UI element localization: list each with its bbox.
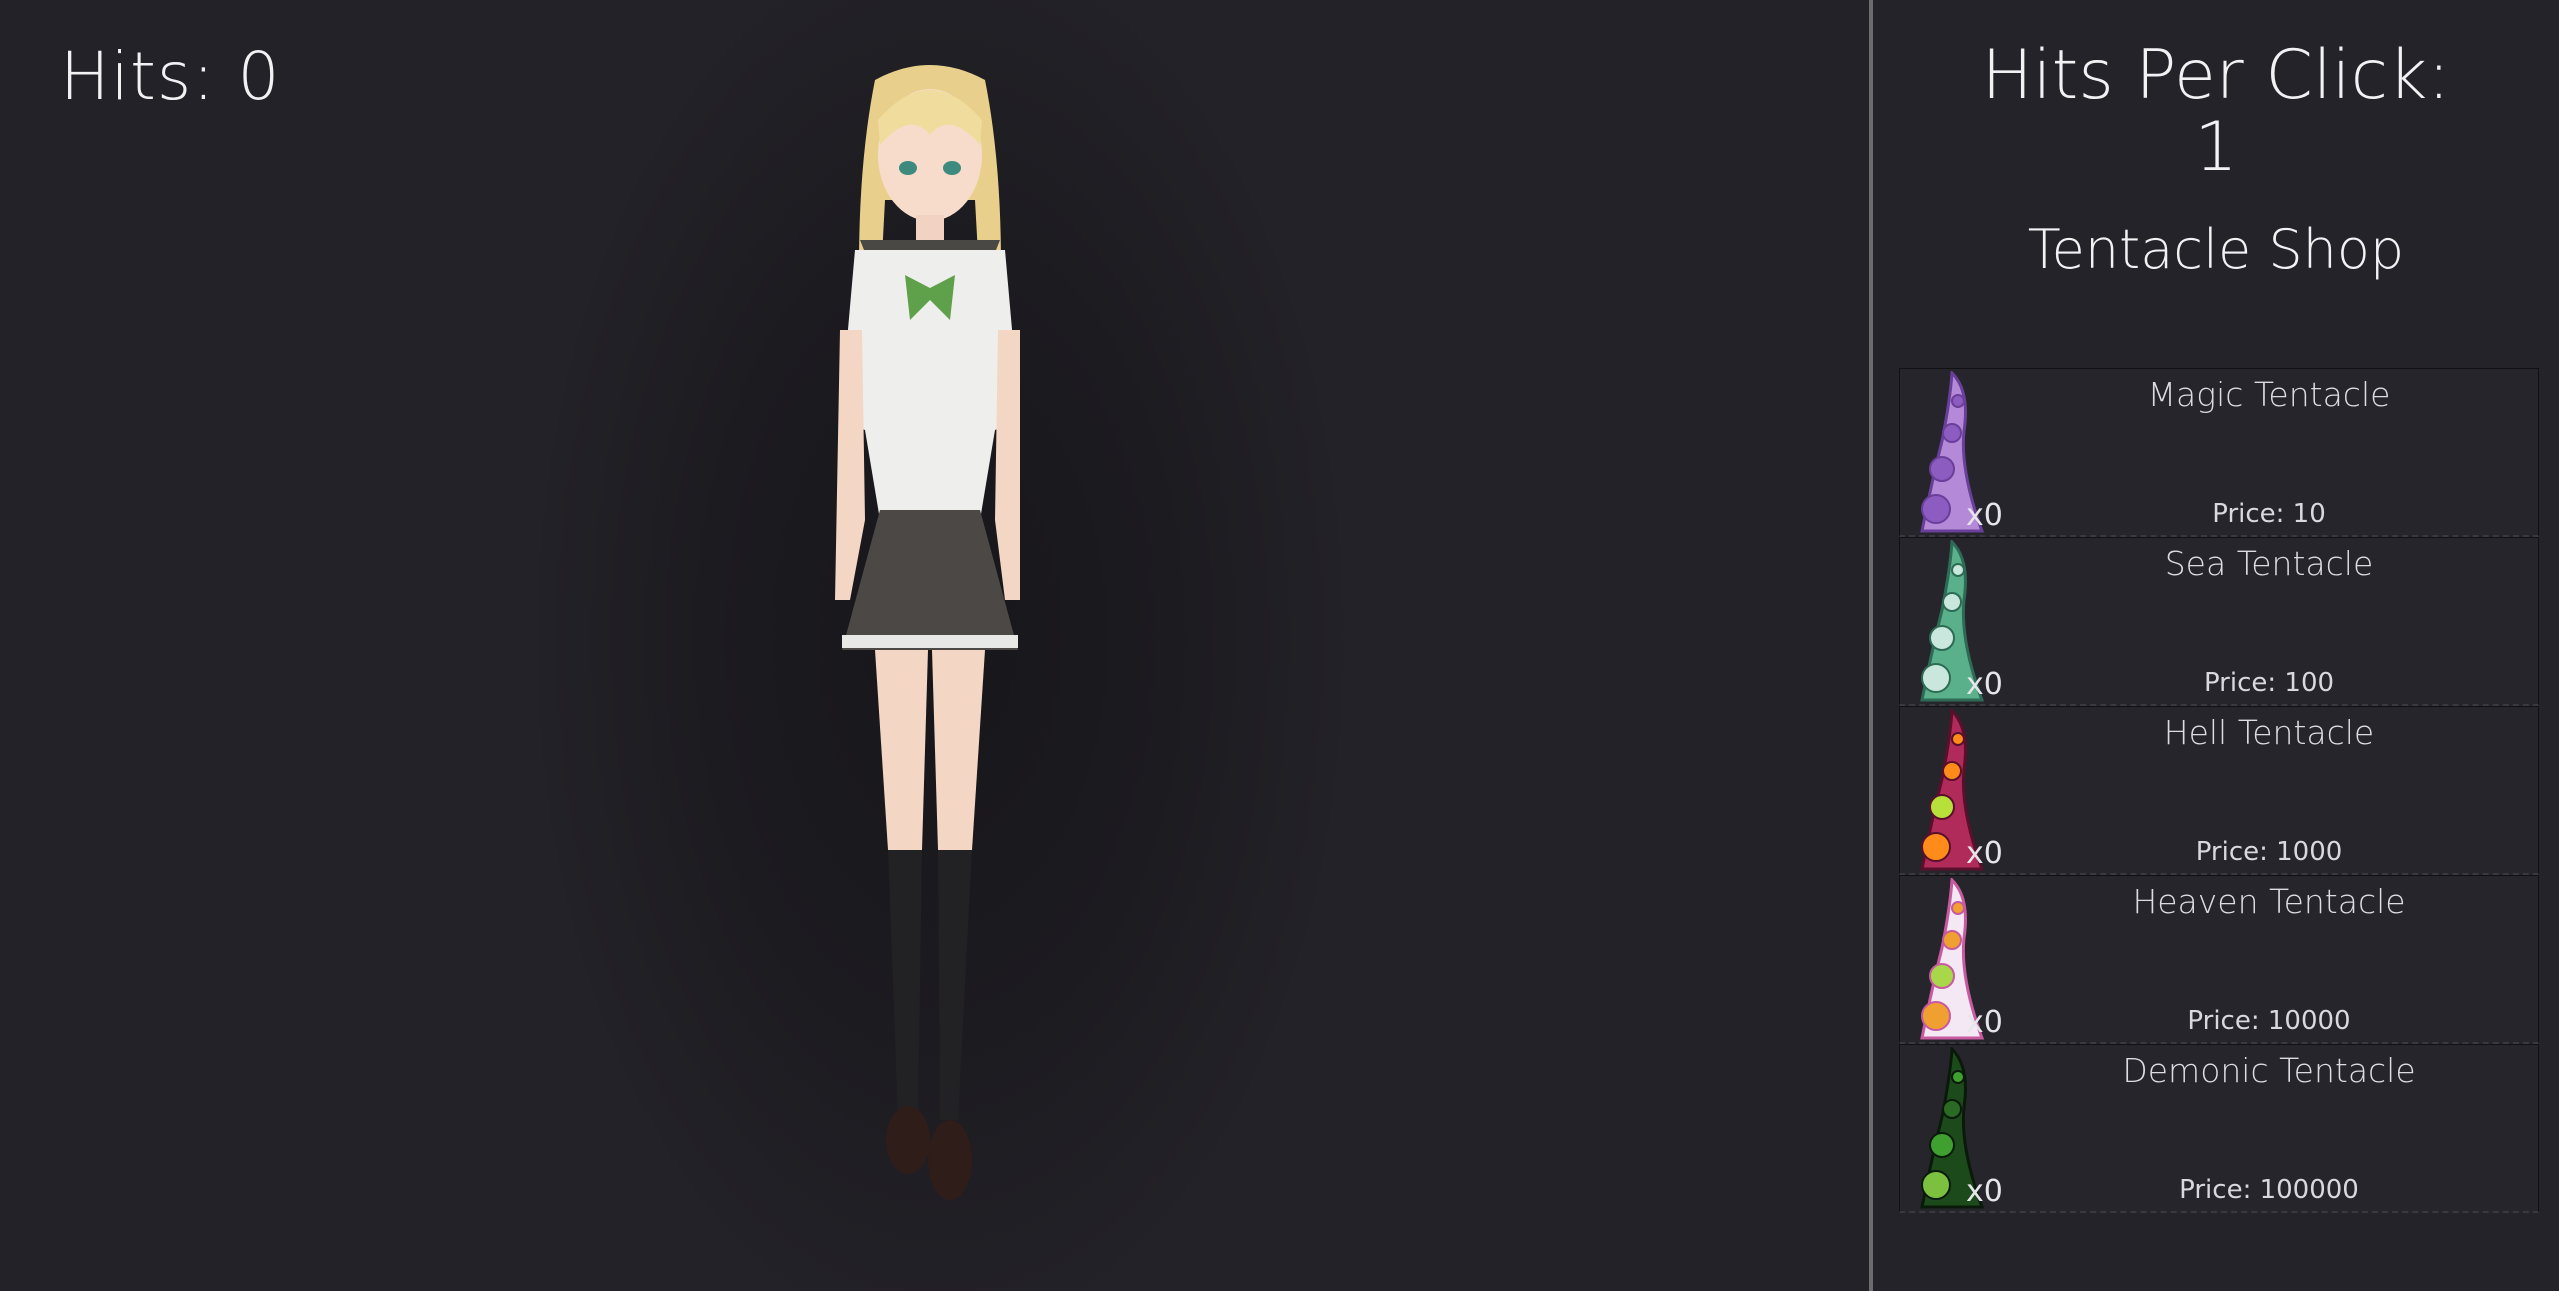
shop-item-heaven-tentacle[interactable]: x0 Heaven Tentacle Price: 10000: [1899, 875, 2539, 1044]
shop-item-hell-tentacle[interactable]: x0 Hell Tentacle Price: 1000: [1899, 706, 2539, 875]
item-count: x0: [1966, 1005, 2003, 1040]
item-price: Price: 1000: [2195, 837, 2343, 867]
item-count: x0: [1966, 498, 2003, 533]
item-price: Price: 10: [2212, 499, 2326, 529]
item-price: Price: 10000: [2187, 1006, 2351, 1036]
item-name: Heaven Tentacle: [2132, 882, 2406, 921]
shop-panel: Hits Per Click: 1 Tentacle Shop x0 Magic…: [1873, 0, 2559, 1291]
item-name: Sea Tentacle: [2164, 544, 2374, 583]
item-price: Price: 100: [2203, 668, 2335, 698]
item-name: Magic Tentacle: [2147, 375, 2391, 414]
item-count: x0: [1966, 836, 2003, 871]
item-count: x0: [1966, 667, 2003, 702]
character-clickable[interactable]: [780, 60, 1080, 1240]
hits-per-click-value: 1: [2194, 108, 2238, 187]
item-name: Demonic Tentacle: [2122, 1051, 2416, 1090]
item-name: Hell Tentacle: [2163, 713, 2375, 752]
shop-list: x0 Magic Tentacle Price: 10 x0 Sea Tenta…: [1899, 368, 2539, 1213]
hits-per-click-label: Hits Per Click:: [1981, 36, 2451, 115]
shop-item-demonic-tentacle[interactable]: x0 Demonic Tentacle Price: 100000: [1899, 1044, 2539, 1213]
shop-item-sea-tentacle[interactable]: x0 Sea Tentacle Price: 100: [1899, 537, 2539, 706]
item-price: Price: 100000: [2179, 1175, 2359, 1205]
shop-title: Tentacle Shop: [2027, 218, 2405, 281]
shop-item-magic-tentacle[interactable]: x0 Magic Tentacle Price: 10: [1899, 368, 2539, 537]
item-count: x0: [1966, 1174, 2003, 1209]
play-area: Hits: 0: [0, 0, 1869, 1291]
hits-counter: Hits: 0: [60, 38, 281, 115]
game-screen: Hits: 0 Hits Per Click: 1 Tentacle Shop …: [0, 0, 2559, 1291]
